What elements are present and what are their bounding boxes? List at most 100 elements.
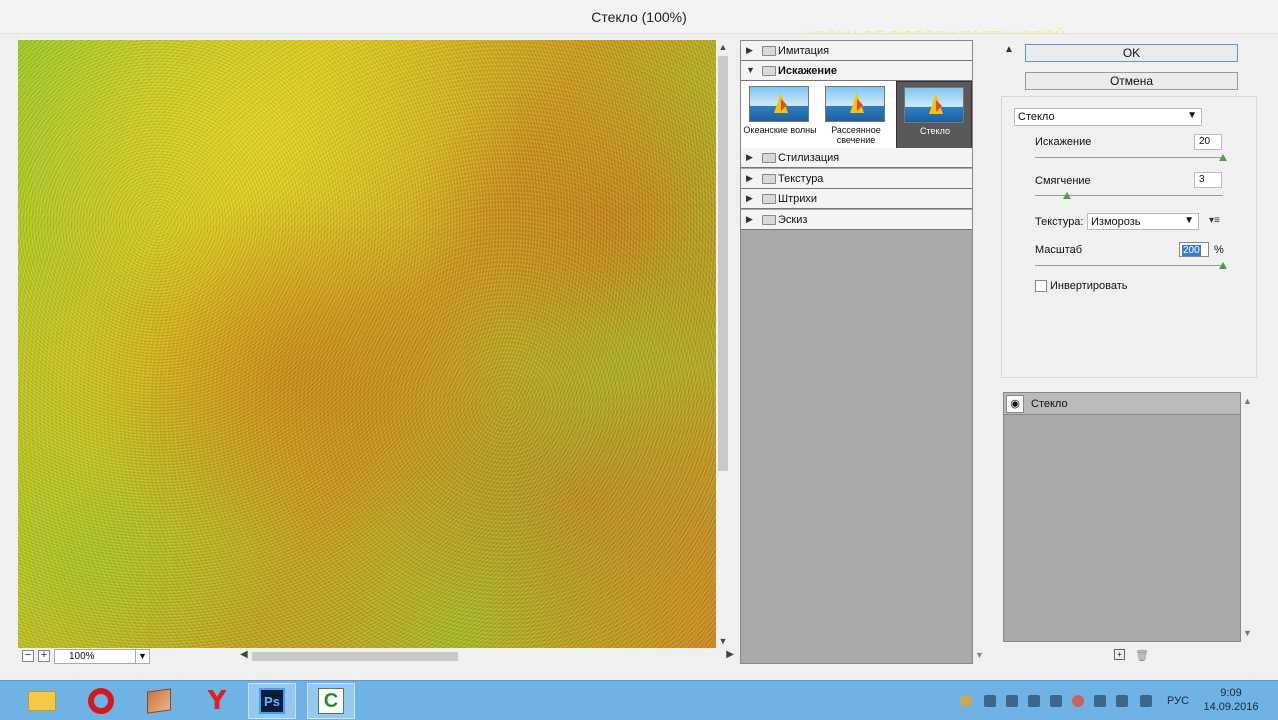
- thumb-label: Рассеянное свечение: [831, 125, 881, 145]
- filter-gallery-list: ▶ Имитация ▼ Искажение Океанские волны Р…: [740, 40, 973, 664]
- zoom-out-button[interactable]: −: [22, 650, 34, 662]
- category-label: Стилизация: [778, 152, 840, 164]
- zoom-bar: − + 100% ▼ ◀ ▶: [18, 648, 734, 666]
- opera-taskbar-button[interactable]: [77, 683, 125, 719]
- invert-label: Инвертировать: [1050, 280, 1128, 292]
- slider-knob[interactable]: [1063, 192, 1071, 199]
- layers-scrollbar[interactable]: ▲ ▼: [1241, 392, 1255, 642]
- photoshop-icon: Ps: [259, 688, 285, 714]
- chevron-down-icon: ▼: [1184, 215, 1194, 226]
- expand-icon: ▶: [746, 45, 753, 55]
- preview-horizontal-scrollbar[interactable]: ◀ ▶: [240, 649, 734, 662]
- ok-button[interactable]: OK: [1025, 44, 1238, 62]
- scroll-up-icon[interactable]: ▲: [716, 40, 730, 54]
- window-titlebar: Стекло (100%): [0, 0, 1278, 34]
- slider-knob[interactable]: [1219, 262, 1227, 269]
- scrollbar-thumb[interactable]: [718, 56, 728, 471]
- cancel-button[interactable]: Отмена: [1025, 72, 1238, 90]
- scale-value: 200: [1182, 245, 1201, 256]
- scroll-right-icon[interactable]: ▶: [726, 649, 734, 660]
- folder-icon: [762, 174, 776, 184]
- new-effect-layer-icon[interactable]: +: [1114, 649, 1125, 660]
- smoothness-input[interactable]: 3: [1194, 172, 1222, 188]
- distortion-input[interactable]: 20: [1194, 134, 1222, 150]
- category-label: Эскиз: [778, 214, 808, 226]
- scroll-left-icon[interactable]: ◀: [240, 649, 248, 660]
- slider-knob[interactable]: [1219, 154, 1227, 161]
- category-imitation[interactable]: ▶ Имитация: [741, 41, 972, 61]
- texture-select[interactable]: Изморозь ▼: [1087, 213, 1199, 230]
- trash-icon[interactable]: 🗑: [1135, 649, 1149, 662]
- collapse-icon: ▼: [746, 65, 755, 75]
- scroll-up-icon[interactable]: ▲: [1243, 396, 1252, 406]
- system-clock[interactable]: 9:09 14.09.2016: [1196, 686, 1266, 714]
- speaker-icon[interactable]: [1006, 695, 1018, 707]
- chevron-down-icon: ▼: [1187, 110, 1197, 121]
- thumb-label: Стекло: [920, 126, 950, 136]
- folder-icon: [762, 66, 776, 76]
- signal-icon[interactable]: [1140, 695, 1152, 707]
- invert-checkbox[interactable]: [1035, 280, 1047, 292]
- slider-track: [1035, 265, 1223, 266]
- effect-layer-row[interactable]: ◉ Стекло: [1004, 393, 1240, 415]
- gallery-scroll-down-icon[interactable]: ▼: [975, 650, 984, 660]
- archive-taskbar-button[interactable]: [135, 683, 183, 719]
- volume-icon[interactable]: [984, 695, 996, 707]
- folder-icon: [762, 194, 776, 204]
- windows-taskbar: Y Ps C РУС 9:09 14.09.2016: [0, 680, 1278, 720]
- sailboat-thumbnail-image: [825, 86, 885, 122]
- thumb-label: Океанские волны: [743, 125, 817, 135]
- folder-icon: [762, 215, 776, 225]
- clock-date: 14.09.2016: [1203, 701, 1259, 713]
- filter-select[interactable]: Стекло ▼: [1014, 108, 1202, 126]
- layer-label: Стекло: [1031, 398, 1068, 410]
- expand-icon: ▶: [746, 193, 753, 203]
- language-indicator[interactable]: РУС: [1167, 695, 1189, 707]
- zoom-in-button[interactable]: +: [38, 650, 50, 662]
- category-label: Текстура: [778, 173, 824, 185]
- effect-layers-list: ◉ Стекло: [1003, 392, 1241, 642]
- photoshop-taskbar-button[interactable]: Ps: [248, 683, 296, 719]
- filter-preview-canvas[interactable]: [18, 40, 716, 648]
- scrollbar-thumb[interactable]: [252, 652, 458, 661]
- filter-select-value: Стекло: [1018, 111, 1055, 123]
- camtasia-taskbar-button[interactable]: C: [307, 683, 355, 719]
- clock-time: 9:09: [1220, 687, 1242, 699]
- app-tray-icon[interactable]: [1072, 695, 1084, 707]
- battery-icon[interactable]: [1116, 695, 1128, 707]
- yandex-taskbar-button[interactable]: Y: [193, 683, 241, 719]
- network-icon[interactable]: [1050, 695, 1062, 707]
- display-icon[interactable]: [1028, 695, 1040, 707]
- scale-slider[interactable]: [1035, 262, 1227, 269]
- scale-input[interactable]: 200: [1179, 242, 1209, 257]
- scroll-down-icon[interactable]: ▼: [716, 634, 730, 648]
- folder-icon: [28, 691, 56, 711]
- category-strokes[interactable]: ▶ Штрихи: [741, 189, 972, 209]
- category-texture[interactable]: ▶ Текстура: [741, 169, 972, 189]
- category-sketch[interactable]: ▶ Эскиз: [741, 210, 972, 230]
- scale-label: Масштаб: [1035, 244, 1083, 256]
- scroll-down-icon[interactable]: ▼: [1243, 628, 1252, 638]
- texture-menu-icon[interactable]: ▾≡: [1209, 215, 1220, 226]
- sailboat-thumbnail-image: [904, 87, 964, 123]
- scale-unit: %: [1214, 244, 1224, 256]
- expand-icon: ▶: [746, 152, 753, 162]
- distortion-label: Искажение: [1035, 136, 1092, 148]
- smoothness-label: Смягчение: [1035, 175, 1091, 187]
- category-label: Искажение: [778, 65, 837, 77]
- zoom-value: 100%: [69, 651, 95, 662]
- category-stylize[interactable]: ▶ Стилизация: [741, 148, 972, 168]
- flag-icon[interactable]: [1094, 695, 1106, 707]
- zoom-select[interactable]: 100% ▼: [54, 649, 150, 664]
- distortion-slider[interactable]: [1035, 154, 1227, 161]
- eye-icon[interactable]: ◉: [1006, 395, 1024, 413]
- archive-icon: [147, 688, 171, 714]
- glass-texture-overlay: [18, 40, 716, 648]
- explorer-taskbar-button[interactable]: [18, 683, 66, 719]
- preview-vertical-scrollbar[interactable]: ▲ ▼: [716, 40, 730, 648]
- smoothness-slider[interactable]: [1035, 192, 1225, 199]
- collapse-gallery-icon[interactable]: ▲: [1003, 44, 1015, 58]
- notification-icon[interactable]: [960, 695, 972, 707]
- category-distortion[interactable]: ▼ Искажение: [741, 61, 972, 81]
- expand-icon: ▶: [746, 173, 753, 183]
